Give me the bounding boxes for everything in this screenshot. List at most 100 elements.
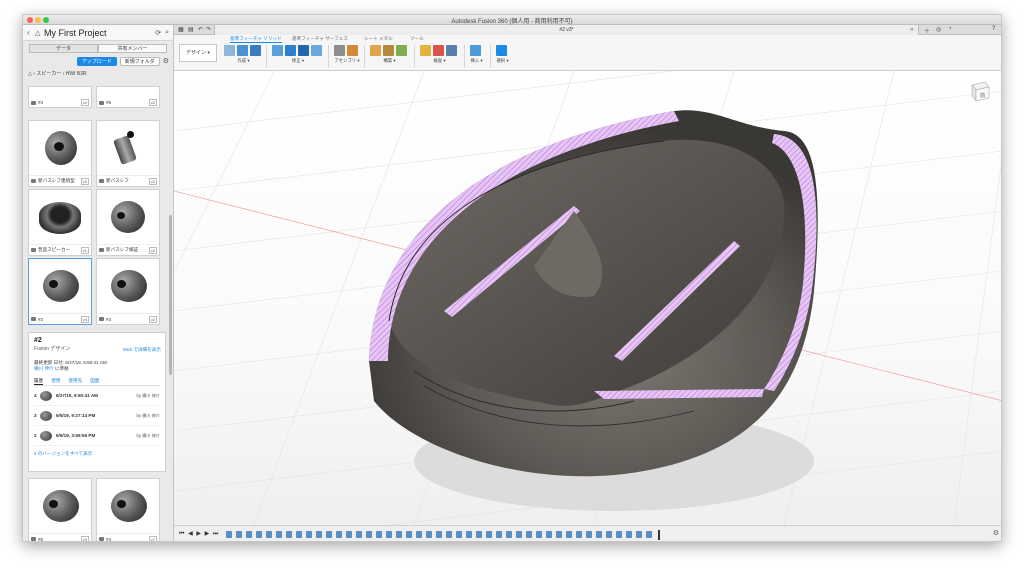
axis-icon[interactable] bbox=[383, 45, 394, 56]
file-card-label: 新バスレフ検証 v2 bbox=[97, 244, 159, 255]
file-card[interactable]: 新バスレフ検証 v2 bbox=[96, 189, 160, 256]
insert-group: 挿入 ▾ bbox=[470, 45, 483, 64]
version-thumbnail bbox=[40, 410, 52, 421]
sketch-icon[interactable] bbox=[224, 45, 235, 56]
tab-tools[interactable]: ツール bbox=[410, 36, 424, 42]
version-row[interactable]: 4 6/27/19, 9:50:41 AM by 横川 伸介 bbox=[34, 386, 160, 406]
timeline-features[interactable] bbox=[226, 530, 666, 540]
search-icon[interactable]: ⌕ bbox=[165, 29, 169, 37]
version-row[interactable]: 2 6/5/19, 3:59:55 PM by 横川 伸介 bbox=[34, 426, 160, 446]
tab-surface[interactable]: 基準フィーチャ サーフェス bbox=[292, 36, 348, 42]
version-row[interactable]: 3 6/5/19, 9:27:14 PM by 横川 伸介 bbox=[34, 406, 160, 426]
offset-plane-icon[interactable] bbox=[370, 45, 381, 56]
file-icon[interactable]: ▤ bbox=[188, 26, 194, 33]
file-card[interactable]: #4 v2 bbox=[28, 86, 92, 108]
grid-menu-icon[interactable]: ▦ bbox=[178, 26, 184, 33]
breadcrumb-parent[interactable]: スピーカー bbox=[36, 71, 61, 77]
version-badge[interactable]: v3 bbox=[80, 535, 89, 541]
extensions-icon[interactable]: ◎ bbox=[936, 26, 941, 33]
measure-icon[interactable] bbox=[420, 45, 431, 56]
extrude-icon[interactable] bbox=[237, 45, 248, 56]
file-card-label: 新バスレフ v2 bbox=[97, 175, 159, 186]
tab-uses[interactable]: 使用 bbox=[51, 378, 60, 385]
upload-button[interactable]: アップロード bbox=[76, 56, 117, 66]
create-menu[interactable]: 作成 ▾ bbox=[224, 58, 263, 64]
select-cursor-icon[interactable] bbox=[496, 45, 507, 56]
new-folder-button[interactable]: 新規フォルダ bbox=[119, 56, 160, 66]
section-analysis-icon[interactable] bbox=[446, 45, 457, 56]
notifications-icon[interactable]: ◔ bbox=[948, 26, 952, 32]
panel-scrollbar[interactable] bbox=[169, 215, 172, 375]
version-badge[interactable]: v2 bbox=[148, 177, 157, 185]
undo-icon[interactable]: ↶ bbox=[198, 26, 203, 33]
interference-icon[interactable] bbox=[433, 45, 444, 56]
timeline-settings-icon[interactable]: ⚙ bbox=[993, 529, 999, 537]
new-component-icon[interactable] bbox=[334, 45, 345, 56]
document-tab[interactable]: #2 v3* ✕ bbox=[214, 25, 919, 35]
version-badge[interactable]: v2 bbox=[148, 246, 157, 254]
version-badge[interactable]: v2 bbox=[80, 177, 89, 185]
workspace-dropdown[interactable]: デザイン ▾ bbox=[179, 44, 217, 62]
joint-icon[interactable] bbox=[347, 45, 358, 56]
redo-icon[interactable]: ↷ bbox=[206, 26, 211, 33]
construct-menu[interactable]: 構築 ▾ bbox=[370, 58, 409, 64]
tab-sheet-metal[interactable]: シート メタル bbox=[364, 36, 393, 42]
file-card[interactable]: 普品スピーカー v1 bbox=[28, 189, 92, 256]
file-card[interactable]: #4 v7 bbox=[96, 478, 160, 541]
file-card[interactable]: #3 v2 bbox=[96, 258, 160, 325]
select-menu[interactable]: 選択 ▾ bbox=[496, 58, 509, 64]
detail-author[interactable]: 横川 伸介 bbox=[34, 366, 54, 371]
new-tab-icon[interactable]: ＋ bbox=[924, 26, 930, 35]
file-card-selected[interactable]: #2 v4 bbox=[28, 258, 92, 325]
file-card[interactable]: 新バスレフ v2 bbox=[96, 120, 160, 187]
3d-viewport[interactable]: 前 bbox=[174, 71, 1001, 525]
press-pull-icon[interactable] bbox=[272, 45, 283, 56]
chamfer-icon[interactable] bbox=[298, 45, 309, 56]
insert-image-icon[interactable] bbox=[470, 45, 481, 56]
tab-used-in[interactable]: 使用先 bbox=[68, 378, 82, 385]
web-details-link[interactable]: Web で詳細を表示 bbox=[123, 347, 161, 353]
tab-history[interactable]: 履歴 bbox=[34, 378, 44, 385]
ribbon-divider bbox=[328, 45, 329, 67]
version-badge[interactable]: v1 bbox=[80, 246, 89, 254]
refresh-icon[interactable]: ⟳ bbox=[155, 29, 161, 37]
fillet-icon[interactable] bbox=[285, 45, 296, 56]
inspect-menu[interactable]: 検査 ▾ bbox=[420, 58, 459, 64]
help-icon[interactable]: ? bbox=[992, 26, 995, 32]
version-author: by 横川 伸介 bbox=[136, 412, 161, 418]
assemble-menu[interactable]: アセンブリ ▾ bbox=[334, 58, 360, 64]
hub-logo-icon: △ bbox=[35, 29, 41, 37]
assemble-group: アセンブリ ▾ bbox=[334, 45, 360, 64]
file-card[interactable]: 新バスレフ連続型 v2 bbox=[28, 120, 92, 187]
tab-members[interactable]: 共有メンバー bbox=[98, 44, 167, 53]
gear-icon[interactable]: ⚙ bbox=[163, 57, 169, 65]
ribbon-divider bbox=[364, 45, 365, 67]
insert-menu[interactable]: 挿入 ▾ bbox=[470, 58, 483, 64]
version-badge[interactable]: v4 bbox=[80, 315, 89, 323]
design-icon bbox=[99, 537, 104, 541]
version-badge[interactable]: v7 bbox=[148, 535, 157, 541]
point-icon[interactable] bbox=[396, 45, 407, 56]
version-badge[interactable]: v2 bbox=[148, 315, 157, 323]
revolve-icon[interactable] bbox=[250, 45, 261, 56]
tab-drawings[interactable]: 図面 bbox=[90, 378, 99, 385]
tab-data[interactable]: データ bbox=[29, 44, 98, 53]
version-badge[interactable]: v2 bbox=[148, 99, 157, 106]
file-card[interactable]: #5 v3 bbox=[28, 478, 92, 541]
view-cube[interactable]: 前 bbox=[967, 77, 993, 103]
ribbon-divider bbox=[464, 45, 465, 67]
file-thumbnail bbox=[29, 121, 91, 175]
modify-menu[interactable]: 修正 ▾ bbox=[272, 58, 324, 64]
detail-tabs: 履歴 使用 使用先 図面 bbox=[34, 378, 160, 386]
timeline-controls[interactable]: ⏮ ◀ ▶ ▶ ⏭ bbox=[179, 530, 219, 538]
close-tab-icon[interactable]: ✕ bbox=[910, 25, 914, 35]
version-badge[interactable]: v2 bbox=[80, 99, 89, 106]
construct-group: 構築 ▾ bbox=[370, 45, 409, 64]
tab-solid[interactable]: 基準フィーチャ ソリッド bbox=[230, 36, 282, 43]
back-icon[interactable]: ‹ bbox=[27, 28, 35, 37]
detail-author-suffix: に準拠 bbox=[54, 366, 69, 371]
show-all-versions-link[interactable]: 4 のバージョンをすべて表示 bbox=[34, 451, 160, 457]
file-card[interactable]: #5 v2 bbox=[96, 86, 160, 108]
select-group: 選択 ▾ bbox=[496, 45, 509, 64]
shell-icon[interactable] bbox=[311, 45, 322, 56]
